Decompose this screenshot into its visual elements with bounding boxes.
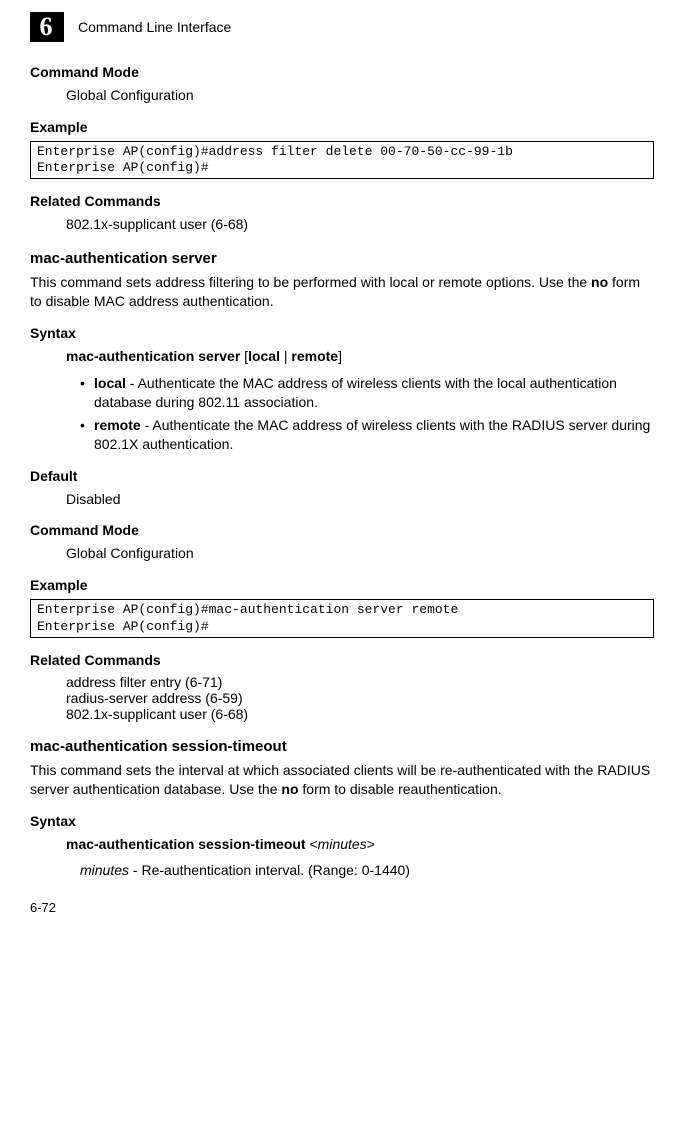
heading-syntax-2: Syntax (30, 813, 654, 829)
example-code-1: Enterprise AP(config)#address filter del… (30, 141, 654, 180)
bullet-kw-local: local (94, 375, 126, 391)
header-title: Command Line Interface (78, 19, 231, 35)
syntax-opt-remote: remote (291, 348, 338, 364)
command-mode-text-2: Global Configuration (66, 544, 654, 563)
related-text-1: 802.1x-supplicant user (6-68) (66, 215, 654, 234)
bullet-text-remote: - Authenticate the MAC address of wirele… (94, 417, 650, 452)
related-item-2: radius-server address (6-59) (66, 690, 654, 706)
param-desc-minutes: minutes - Re-authentication interval. (R… (80, 861, 654, 880)
heading-example-1: Example (30, 119, 654, 135)
syntax-line-2: mac-authentication session-timeout <minu… (66, 835, 654, 854)
syntax-line-1: mac-authentication server [local | remot… (66, 347, 654, 366)
default-text-1: Disabled (66, 490, 654, 509)
bullet-item-local: • local - Authenticate the MAC address o… (80, 374, 654, 412)
heading-command-mode-2: Command Mode (30, 522, 654, 538)
cmd1-desc-pre: This command sets address filtering to b… (30, 274, 591, 290)
cmd1-desc-no: no (591, 274, 608, 290)
command2-description: This command sets the interval at which … (30, 761, 654, 799)
page-footer: 6-72 (30, 900, 654, 915)
syntax-gt: > (367, 836, 375, 852)
syntax-opt-local: local (248, 348, 280, 364)
command-title-mac-auth-server: mac-authentication server (30, 250, 654, 267)
related-item-3: 802.1x-supplicant user (6-68) (66, 706, 654, 722)
syntax-lt: < (309, 836, 317, 852)
syntax-param-minutes: minutes (318, 836, 367, 852)
syntax-cmd-2: mac-authentication session-timeout (66, 836, 309, 852)
heading-syntax-1: Syntax (30, 325, 654, 341)
syntax-rbracket: ] (338, 348, 342, 364)
heading-related-1: Related Commands (30, 193, 654, 209)
bullet-text-local: - Authenticate the MAC address of wirele… (94, 375, 617, 410)
command-mode-text-1: Global Configuration (66, 86, 654, 105)
bullet-item-remote: • remote - Authenticate the MAC address … (80, 416, 654, 454)
command-title-session-timeout: mac-authentication session-timeout (30, 738, 654, 755)
bullet-dot-icon: • (80, 416, 94, 454)
heading-example-2: Example (30, 577, 654, 593)
heading-related-2: Related Commands (30, 652, 654, 668)
cmd2-desc-no: no (281, 781, 298, 797)
cmd2-desc-post: form to disable reauthentication. (299, 781, 502, 797)
heading-command-mode-1: Command Mode (30, 64, 654, 80)
bullet-kw-remote: remote (94, 417, 141, 433)
syntax-cmd-1: mac-authentication server (66, 348, 240, 364)
related-item-1: address filter entry (6-71) (66, 674, 654, 690)
syntax-options-list-1: • local - Authenticate the MAC address o… (30, 374, 654, 454)
heading-default-1: Default (30, 468, 654, 484)
param-rest-minutes: - Re-authentication interval. (Range: 0-… (129, 862, 410, 878)
bullet-dot-icon: • (80, 374, 94, 412)
chapter-number-box: 6 (30, 12, 64, 42)
syntax-lbracket: [ (240, 348, 248, 364)
related-block-2: address filter entry (6-71) radius-serve… (66, 674, 654, 722)
command1-description: This command sets address filtering to b… (30, 273, 654, 311)
syntax-pipe: | (280, 348, 291, 364)
page-header: 6 Command Line Interface (30, 12, 654, 42)
example-code-2: Enterprise AP(config)#mac-authentication… (30, 599, 654, 638)
param-name-minutes: minutes (80, 862, 129, 878)
